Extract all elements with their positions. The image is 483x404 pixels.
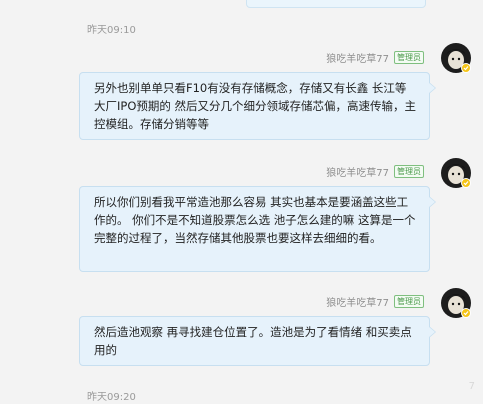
admin-badge: 管理员 <box>394 294 424 308</box>
message-text: 然后造池观察 再寻找建仓位置了。造池是为了看情绪 和买卖点用的 <box>94 325 412 357</box>
avatar[interactable] <box>441 158 471 188</box>
sender-name[interactable]: 狼吃羊吃草77 <box>326 50 389 65</box>
timestamp-divider: 昨天09:20 <box>87 392 136 403</box>
admin-badge: 管理员 <box>394 164 424 178</box>
watermark: 7 <box>468 381 475 392</box>
avatar-icon <box>441 158 471 188</box>
message-text: 所以你们别看我平常造池那么容易 其实也基本是要涵盖这些工作的。 你们不是不知道股… <box>94 195 416 245</box>
sender-name[interactable]: 狼吃羊吃草77 <box>326 294 389 309</box>
avatar[interactable] <box>441 288 471 318</box>
message-bubble[interactable]: 然后造池观察 再寻找建仓位置了。造池是为了看情绪 和买卖点用的 <box>79 316 436 366</box>
message-bubble[interactable]: 所以你们别看我平常造池那么容易 其实也基本是要涵盖这些工作的。 你们不是不知道股… <box>79 186 436 272</box>
avatar-icon <box>441 43 471 73</box>
message-meta: 狼吃羊吃草77 管理员 <box>326 294 424 309</box>
timestamp-divider: 昨天09:10 <box>87 25 136 36</box>
sender-name[interactable]: 狼吃羊吃草77 <box>326 164 389 179</box>
avatar[interactable] <box>441 43 471 73</box>
previous-message-bubble <box>246 0 426 8</box>
message-meta: 狼吃羊吃草77 管理员 <box>326 50 424 65</box>
avatar-icon <box>441 288 471 318</box>
message-bubble[interactable]: 另外也别单单只看F10有没有存储概念，存储又有长鑫 长江等大厂IPO预期的 然后… <box>79 72 436 140</box>
message-text: 另外也别单单只看F10有没有存储概念，存储又有长鑫 长江等大厂IPO预期的 然后… <box>94 81 417 131</box>
admin-badge: 管理员 <box>394 50 424 64</box>
message-meta: 狼吃羊吃草77 管理员 <box>326 164 424 179</box>
